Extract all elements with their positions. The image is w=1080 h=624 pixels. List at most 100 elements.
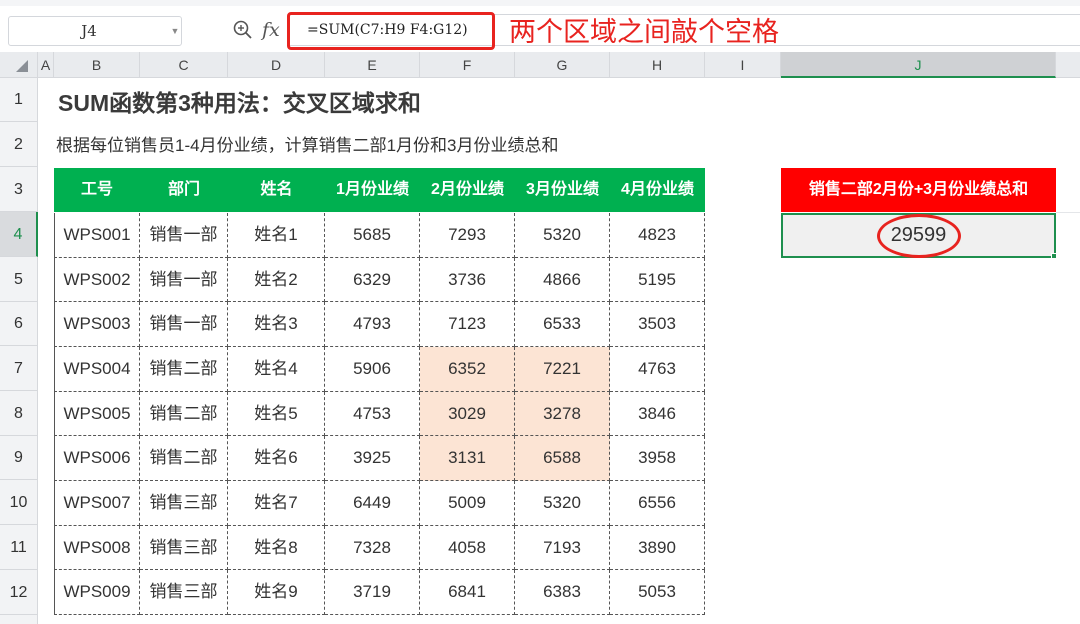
table-cell[interactable]: 3278 [515,392,610,436]
row-header-9[interactable]: 9 [0,436,38,480]
table-cell[interactable]: 销售一部 [140,213,228,258]
table-cell[interactable]: 姓名1 [228,213,325,258]
table-cell[interactable]: 6533 [515,302,610,347]
table-cell[interactable]: 4866 [515,258,610,302]
table-header-cell[interactable]: 2月份业绩 [420,168,515,212]
column-header-d[interactable]: D [228,52,325,78]
table-cell[interactable]: 3958 [610,436,705,481]
table-header-cell[interactable]: 姓名 [228,168,325,212]
table-cell[interactable]: 姓名3 [228,302,325,347]
table-cell[interactable]: 6449 [325,481,420,526]
table-cell[interactable]: 6352 [420,347,515,392]
table-cell[interactable]: 5320 [515,213,610,258]
table-cell[interactable]: 5009 [420,481,515,526]
row-header-7[interactable]: 7 [0,346,38,391]
table-cell[interactable]: 6329 [325,258,420,302]
row-header-1[interactable]: 1 [0,78,38,122]
table-cell[interactable]: 7328 [325,526,420,570]
table-cell[interactable]: 3131 [420,436,515,481]
fx-icon[interactable]: fx [262,16,288,44]
table-cell[interactable]: 3736 [420,258,515,302]
column-header-j[interactable]: J [781,52,1056,78]
table-header-cell[interactable]: 工号 [54,168,140,212]
table-cell[interactable]: 4763 [610,347,705,392]
table-cell[interactable]: 3925 [325,436,420,481]
row-header-10[interactable]: 10 [0,480,38,525]
table-cell[interactable]: 姓名2 [228,258,325,302]
table-cell[interactable]: 6588 [515,436,610,481]
table-cell[interactable]: 销售三部 [140,481,228,526]
table-cell[interactable]: 5320 [515,481,610,526]
table-cell[interactable]: 7123 [420,302,515,347]
row-header-2[interactable]: 2 [0,122,38,167]
sheet-subtitle[interactable]: 根据每位销售员1-4月份业绩，计算销售二部1月份和3月份业绩总和 [56,132,558,160]
row-header-12[interactable]: 12 [0,570,38,615]
table-cell[interactable]: WPS006 [54,436,140,481]
column-header-h[interactable]: H [610,52,705,78]
table-cell[interactable]: WPS004 [54,347,140,392]
column-header-i[interactable]: I [705,52,781,78]
table-header-cell[interactable]: 1月份业绩 [325,168,420,212]
table-cell[interactable]: WPS001 [54,213,140,258]
table-cell[interactable]: 3846 [610,392,705,436]
row-header-11[interactable]: 11 [0,525,38,570]
table-cell[interactable]: 4058 [420,526,515,570]
column-header-e[interactable]: E [325,52,420,78]
table-header-cell[interactable]: 3月份业绩 [515,168,610,212]
table-cell[interactable]: WPS005 [54,392,140,436]
table-cell[interactable]: WPS002 [54,258,140,302]
table-cell[interactable]: 6556 [610,481,705,526]
row-header-5[interactable]: 5 [0,257,38,302]
table-cell[interactable]: 6383 [515,570,610,615]
table-cell[interactable]: 7293 [420,213,515,258]
column-header-b[interactable]: B [54,52,140,78]
table-cell[interactable]: 姓名8 [228,526,325,570]
table-cell[interactable]: 6841 [420,570,515,615]
table-cell[interactable]: 姓名5 [228,392,325,436]
row-header-8[interactable]: 8 [0,391,38,436]
table-cell[interactable]: 3719 [325,570,420,615]
table-cell[interactable]: 5685 [325,213,420,258]
fill-handle[interactable] [1051,253,1057,259]
table-cell[interactable]: 5195 [610,258,705,302]
result-header[interactable]: 销售二部2月份+3月份业绩总和 [781,168,1056,212]
table-cell[interactable]: WPS008 [54,526,140,570]
table-cell[interactable]: 销售三部 [140,570,228,615]
column-header-f[interactable]: F [420,52,515,78]
table-cell[interactable]: 4753 [325,392,420,436]
column-header-c[interactable]: C [140,52,228,78]
table-cell[interactable]: 销售一部 [140,258,228,302]
table-cell[interactable]: WPS007 [54,481,140,526]
table-cell[interactable]: 7193 [515,526,610,570]
table-cell[interactable]: 销售二部 [140,436,228,481]
name-box[interactable]: J4 ▼ [8,16,182,46]
row-header-4[interactable]: 4 [0,212,38,257]
table-cell[interactable]: 姓名7 [228,481,325,526]
table-cell[interactable]: 3029 [420,392,515,436]
table-cell[interactable]: 5906 [325,347,420,392]
table-cell[interactable]: 3503 [610,302,705,347]
table-cell[interactable]: 7221 [515,347,610,392]
table-header-cell[interactable]: 4月份业绩 [610,168,705,212]
table-header-cell[interactable]: 部门 [140,168,228,212]
chevron-down-icon[interactable]: ▼ [169,17,181,45]
table-cell[interactable]: 4823 [610,213,705,258]
column-header-g[interactable]: G [515,52,610,78]
table-cell[interactable]: 销售二部 [140,347,228,392]
table-cell[interactable]: 姓名4 [228,347,325,392]
table-cell[interactable]: 5053 [610,570,705,615]
zoom-icon[interactable] [232,17,254,43]
row-header-3[interactable]: 3 [0,167,38,212]
table-cell[interactable]: 3890 [610,526,705,570]
sheet-title[interactable]: SUM函数第3种用法：交叉区域求和 [58,86,421,120]
table-cell[interactable]: 姓名9 [228,570,325,615]
column-header-a[interactable]: A [38,52,54,78]
row-header-6[interactable]: 6 [0,302,38,346]
table-cell[interactable]: 姓名6 [228,436,325,481]
table-cell[interactable]: 销售三部 [140,526,228,570]
table-cell[interactable]: 销售二部 [140,392,228,436]
table-cell[interactable]: WPS009 [54,570,140,615]
table-cell[interactable]: WPS003 [54,302,140,347]
table-cell[interactable]: 销售一部 [140,302,228,347]
table-cell[interactable]: 4793 [325,302,420,347]
